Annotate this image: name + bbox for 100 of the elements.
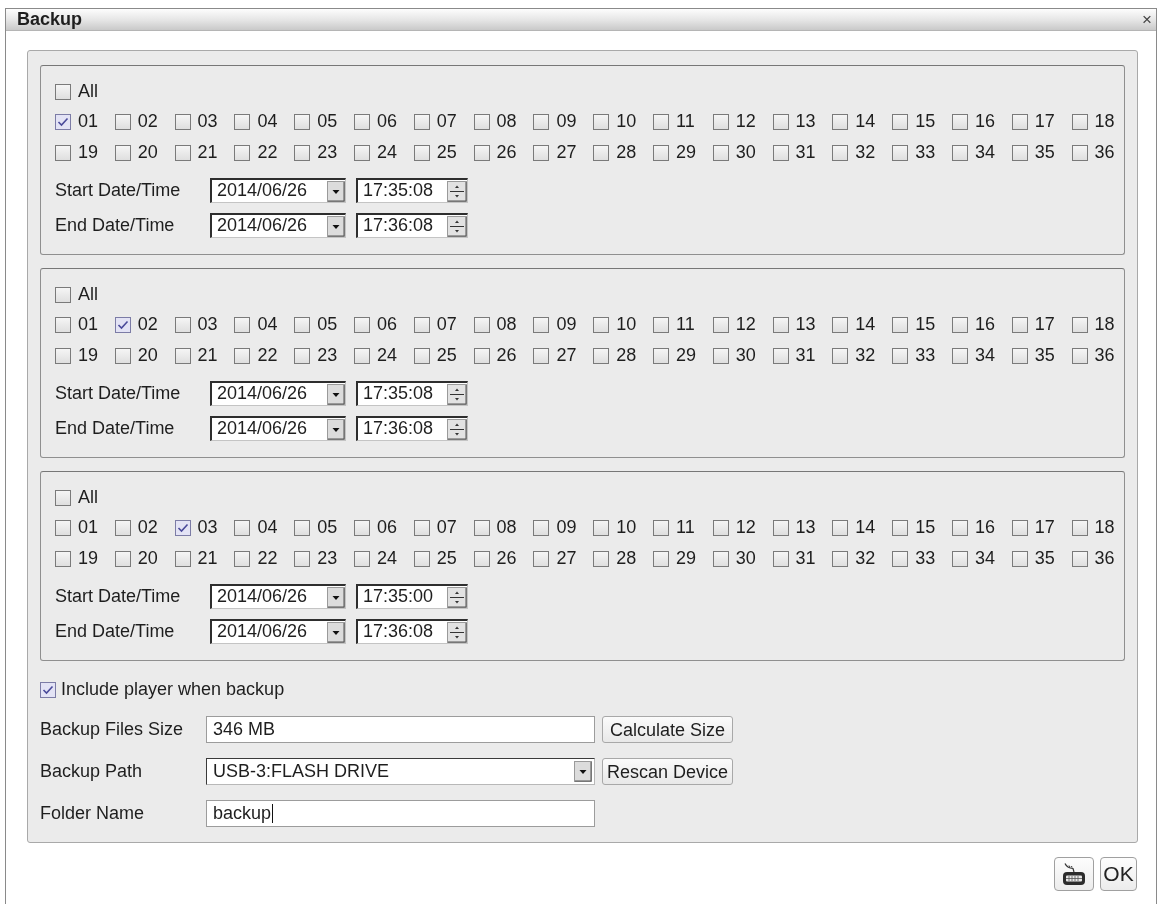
text-field[interactable]: 346 MB [206, 716, 595, 743]
checkbox[interactable] [832, 114, 849, 130]
path-dropdown[interactable]: USB-3:FLASH DRIVE [206, 758, 595, 785]
checkbox[interactable] [593, 114, 610, 130]
checkbox[interactable] [1011, 145, 1028, 161]
checkbox[interactable] [413, 551, 430, 567]
checkbox[interactable] [294, 348, 311, 364]
checkbox[interactable] [114, 317, 131, 333]
checkbox[interactable] [55, 287, 71, 303]
checkbox[interactable] [593, 348, 610, 364]
checkbox[interactable] [473, 348, 490, 364]
checkbox[interactable] [114, 114, 131, 130]
checkbox[interactable] [55, 348, 71, 364]
checkbox[interactable] [473, 551, 490, 567]
checkbox[interactable] [114, 145, 131, 161]
action-button[interactable]: Calculate Size [602, 716, 733, 743]
date-dropdown[interactable]: 2014/06/26 [210, 381, 346, 406]
checkbox[interactable] [1011, 317, 1028, 333]
checkbox[interactable] [712, 145, 729, 161]
checkbox[interactable] [892, 145, 909, 161]
checkbox[interactable] [55, 490, 71, 506]
checkbox[interactable] [593, 145, 610, 161]
checkbox[interactable] [892, 551, 909, 567]
checkbox[interactable] [593, 551, 610, 567]
time-spinner[interactable]: 17:35:00 [356, 584, 468, 609]
checkbox[interactable] [174, 317, 191, 333]
checkbox[interactable] [234, 145, 251, 161]
keyboard-button[interactable] [1054, 857, 1094, 891]
checkbox[interactable] [114, 551, 131, 567]
checkbox[interactable] [473, 520, 490, 536]
spin-arrows-icon[interactable] [447, 418, 467, 440]
checkbox[interactable] [1011, 551, 1028, 567]
time-spinner[interactable]: 17:36:08 [356, 416, 468, 441]
close-button[interactable]: × [1141, 11, 1153, 28]
checkbox[interactable] [1011, 114, 1028, 130]
checkbox[interactable] [55, 551, 71, 567]
checkbox[interactable] [114, 348, 131, 364]
date-dropdown[interactable]: 2014/06/26 [210, 213, 346, 238]
checkbox[interactable] [234, 520, 251, 536]
checkbox[interactable] [354, 551, 370, 567]
checkbox[interactable] [1071, 348, 1088, 364]
date-dropdown[interactable]: 2014/06/26 [210, 584, 346, 609]
checkbox[interactable] [892, 114, 909, 130]
spin-arrows-icon[interactable] [447, 383, 467, 405]
ok-button[interactable]: OK [1100, 857, 1137, 891]
checkbox[interactable] [832, 348, 849, 364]
checkbox[interactable] [652, 145, 669, 161]
spin-arrows-icon[interactable] [447, 180, 467, 202]
checkbox[interactable] [1071, 551, 1088, 567]
checkbox[interactable] [55, 520, 71, 536]
checkbox[interactable] [832, 145, 849, 161]
checkbox[interactable] [294, 520, 311, 536]
checkbox[interactable] [1071, 145, 1088, 161]
action-button[interactable]: Rescan Device [602, 758, 733, 785]
checkbox[interactable] [533, 114, 550, 130]
checkbox[interactable] [712, 114, 729, 130]
checkbox[interactable] [1011, 520, 1028, 536]
checkbox[interactable] [174, 348, 191, 364]
date-dropdown[interactable]: 2014/06/26 [210, 619, 346, 644]
checkbox[interactable] [892, 520, 909, 536]
checkbox[interactable] [354, 520, 370, 536]
spin-arrows-icon[interactable] [447, 215, 467, 237]
date-dropdown[interactable]: 2014/06/26 [210, 178, 346, 203]
checkbox[interactable] [712, 348, 729, 364]
checkbox[interactable] [234, 348, 251, 364]
checkbox[interactable] [413, 520, 430, 536]
checkbox[interactable] [533, 551, 550, 567]
checkbox[interactable] [652, 520, 669, 536]
checkbox[interactable] [533, 348, 550, 364]
checkbox[interactable] [1071, 520, 1088, 536]
checkbox[interactable] [413, 114, 430, 130]
checkbox[interactable] [174, 551, 191, 567]
checkbox[interactable] [55, 84, 71, 100]
checkbox[interactable] [951, 317, 968, 333]
time-spinner[interactable]: 17:36:08 [356, 213, 468, 238]
checkbox[interactable] [892, 348, 909, 364]
checkbox[interactable] [772, 317, 789, 333]
checkbox[interactable] [174, 145, 191, 161]
checkbox[interactable] [413, 348, 430, 364]
checkbox[interactable] [712, 551, 729, 567]
checkbox[interactable] [772, 520, 789, 536]
checkbox[interactable] [772, 551, 789, 567]
checkbox[interactable] [1071, 114, 1088, 130]
checkbox[interactable] [55, 317, 71, 333]
checkbox[interactable] [832, 317, 849, 333]
checkbox[interactable] [772, 114, 789, 130]
checkbox[interactable] [294, 114, 311, 130]
checkbox[interactable] [354, 317, 370, 333]
checkbox[interactable] [40, 682, 56, 698]
checkbox[interactable] [55, 145, 71, 161]
checkbox[interactable] [832, 520, 849, 536]
checkbox[interactable] [832, 551, 849, 567]
checkbox[interactable] [55, 114, 71, 130]
checkbox[interactable] [593, 317, 610, 333]
checkbox[interactable] [652, 114, 669, 130]
checkbox[interactable] [892, 317, 909, 333]
checkbox[interactable] [533, 145, 550, 161]
checkbox[interactable] [354, 114, 370, 130]
checkbox[interactable] [413, 317, 430, 333]
checkbox[interactable] [294, 551, 311, 567]
